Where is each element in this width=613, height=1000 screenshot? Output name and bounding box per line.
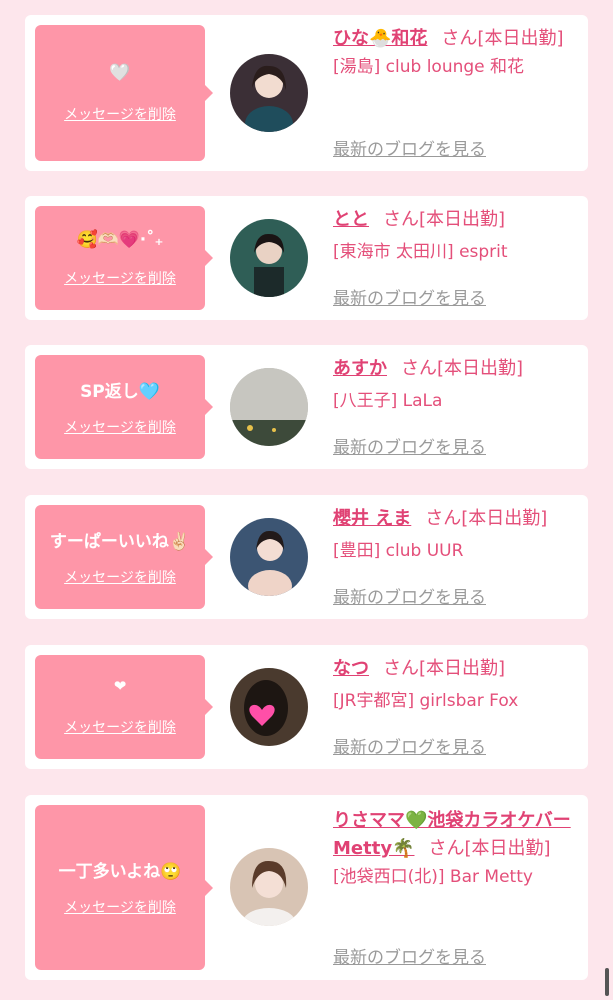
message-card: 🥰🫶🏻💗‧˚₊ メッセージを削除 とと さん[本日出勤] [東海市 太田川] es… <box>25 196 588 320</box>
cast-name-link[interactable]: 櫻井 えま <box>333 508 411 529</box>
message-card: 🤍 メッセージを削除 ひな🐣和花 さん[本日出勤] [湯島] club loung… <box>25 15 588 171</box>
avatar[interactable] <box>230 518 308 596</box>
message-bubble: 🤍 メッセージを削除 <box>35 25 213 161</box>
avatar-image <box>243 860 295 926</box>
avatar-image <box>248 530 292 596</box>
avatar[interactable] <box>230 54 308 132</box>
delete-message-link[interactable]: メッセージを削除 <box>35 104 205 124</box>
cast-name-link[interactable]: あすか <box>333 358 387 379</box>
avatar-image <box>245 65 293 132</box>
delete-message-link[interactable]: メッセージを削除 <box>35 897 205 917</box>
message-info: とと さん[本日出勤] [東海市 太田川] esprit <box>333 206 583 266</box>
avatar-image <box>244 680 288 736</box>
message-card: すーぱーいいね✌🏻 メッセージを削除 櫻井 えま さん[本日出勤] [豊田] cl… <box>25 495 588 619</box>
cast-status: さん[本日出勤] <box>428 838 551 859</box>
message-info: なつ さん[本日出勤] [JR宇都宮] girlsbar Fox <box>333 655 583 715</box>
cast-status: さん[本日出勤] <box>441 28 564 49</box>
message-info: ひな🐣和花 さん[本日出勤] [湯島] club lounge 和花 <box>333 25 583 81</box>
message-bubble: 🥰🫶🏻💗‧˚₊ メッセージを削除 <box>35 206 213 310</box>
message-card: 一丁多いよね🙄 メッセージを削除 りさママ💚池袋カラオケバーMetty🌴 さん[本… <box>25 795 588 980</box>
message-text: ❤ <box>113 677 127 695</box>
cast-name-link[interactable]: とと <box>333 209 369 230</box>
message-bubble: 一丁多いよね🙄 メッセージを削除 <box>35 805 213 970</box>
avatar[interactable] <box>230 368 308 446</box>
blog-link[interactable]: 最新のブログを見る <box>333 284 486 309</box>
message-text: 🤍 <box>109 63 131 83</box>
cast-name-link[interactable]: ひな🐣和花 <box>333 28 427 49</box>
message-text: 🥰🫶🏻💗‧˚₊ <box>76 230 164 250</box>
message-info: 櫻井 えま さん[本日出勤] [豊田] club UUR <box>333 505 583 565</box>
cast-status: さん[本日出勤] <box>383 658 506 679</box>
message-text: SP返し🩵 <box>80 382 160 402</box>
shop-name: [東海市 太田川] esprit <box>333 242 508 262</box>
blog-link[interactable]: 最新のブログを見る <box>333 433 486 458</box>
cast-name-link[interactable]: なつ <box>333 658 369 679</box>
message-card: ❤ メッセージを削除 なつ さん[本日出勤] [JR宇都宮] girlsbar F… <box>25 645 588 769</box>
shop-name: [豊田] club UUR <box>333 541 464 561</box>
message-bubble: SP返し🩵 メッセージを削除 <box>35 355 213 459</box>
shop-name: [JR宇都宮] girlsbar Fox <box>333 691 519 711</box>
message-bubble: すーぱーいいね✌🏻 メッセージを削除 <box>35 505 213 609</box>
delete-message-link[interactable]: メッセージを削除 <box>35 717 205 737</box>
delete-message-link[interactable]: メッセージを削除 <box>35 567 205 587</box>
message-list: 🤍 メッセージを削除 ひな🐣和花 さん[本日出勤] [湯島] club loung… <box>0 0 613 1000</box>
message-card: SP返し🩵 メッセージを削除 あすか さん[本日出勤] [八王子] LaLa 最新… <box>25 345 588 469</box>
message-info: あすか さん[本日出勤] [八王子] LaLa <box>333 355 583 415</box>
delete-message-link[interactable]: メッセージを削除 <box>35 417 205 437</box>
blog-link[interactable]: 最新のブログを見る <box>333 583 486 608</box>
shop-name: [池袋西口(北)] Bar Metty <box>333 867 533 887</box>
message-text: すーぱーいいね✌🏻 <box>49 532 191 552</box>
avatar[interactable] <box>230 219 308 297</box>
message-text: 一丁多いよね🙄 <box>58 862 182 882</box>
avatar[interactable] <box>230 848 308 926</box>
cast-status: さん[本日出勤] <box>383 209 506 230</box>
avatar[interactable] <box>230 668 308 746</box>
cast-status: さん[本日出勤] <box>401 358 524 379</box>
delete-message-link[interactable]: メッセージを削除 <box>35 268 205 288</box>
shop-name: [湯島] club lounge 和花 <box>333 57 525 77</box>
blog-link[interactable]: 最新のブログを見る <box>333 135 486 160</box>
cast-status: さん[本日出勤] <box>425 508 548 529</box>
shop-name: [八王子] LaLa <box>333 391 443 411</box>
blog-link[interactable]: 最新のブログを見る <box>333 733 486 758</box>
scrollbar[interactable] <box>605 968 609 996</box>
message-info: りさママ💚池袋カラオケバーMetty🌴 さん[本日出勤] [池袋西口(北)] Ba… <box>333 807 583 891</box>
blog-link[interactable]: 最新のブログを見る <box>333 943 486 968</box>
message-bubble: ❤ メッセージを削除 <box>35 655 213 759</box>
avatar-image <box>254 233 284 297</box>
avatar-image <box>230 368 308 446</box>
